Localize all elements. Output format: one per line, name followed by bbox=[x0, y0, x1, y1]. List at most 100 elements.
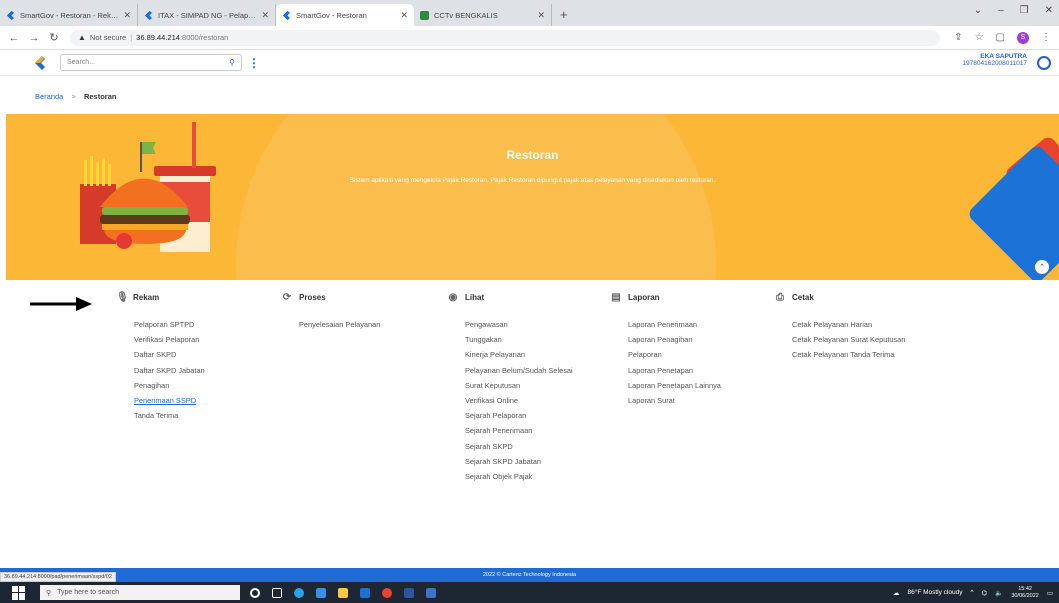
menu-item[interactable]: Pengawasan bbox=[448, 317, 573, 332]
file-explorer-icon[interactable] bbox=[338, 587, 348, 598]
url-separator: | bbox=[130, 33, 133, 42]
tab-title: SmartGov - Restoran - Rekam - P bbox=[20, 10, 120, 20]
user-name: EKA SAPUTRA bbox=[980, 53, 1027, 60]
menu-item[interactable]: Sejarah SKPD Jabatan bbox=[448, 454, 573, 469]
menu-item[interactable]: Laporan Penetapan Lainnya bbox=[611, 378, 721, 393]
photos-icon[interactable] bbox=[426, 587, 436, 598]
menu-item[interactable]: Verifikasi Pelaporan bbox=[116, 332, 205, 347]
restore-icon[interactable]: ❐ bbox=[1020, 5, 1029, 16]
menu-item[interactable]: Pelaporan SPTPD bbox=[116, 317, 205, 332]
browser-menu-icon[interactable]: ⋮ bbox=[1041, 32, 1051, 43]
user-info[interactable]: EKA SAPUTRA 197804162008011017 bbox=[962, 53, 1027, 67]
tab-title: ITAX - SIMPAD NG - Pelaporan - bbox=[158, 10, 258, 20]
menu-item[interactable]: Penagihan bbox=[116, 378, 205, 393]
menu-item[interactable]: Laporan Penetapan bbox=[611, 363, 721, 378]
menu-item-active[interactable]: Penerimaan SSPD bbox=[116, 393, 205, 408]
banner-title: Restoran bbox=[506, 148, 559, 162]
refresh-icon: ⟳ bbox=[282, 291, 292, 303]
taskbar-clock[interactable]: 15:42 30/06/2022 bbox=[1011, 586, 1039, 600]
menu-item[interactable]: Daftar SKPD Jabatan bbox=[116, 363, 205, 378]
url-input[interactable]: ▲ Not secure | 36.89.44.214 :8000/restor… bbox=[70, 29, 940, 46]
word-icon[interactable] bbox=[404, 587, 414, 598]
tab-search-icon[interactable]: ⌄ bbox=[974, 5, 982, 16]
menu-item[interactable]: Kinerja Pelayanan bbox=[448, 347, 573, 362]
menu-item[interactable]: Cetak Pelayanan Surat Keputusan bbox=[775, 332, 905, 347]
back-icon[interactable]: ← bbox=[8, 32, 20, 44]
app-favicon-icon bbox=[6, 10, 15, 20]
menu-item[interactable]: Sejarah SKPD bbox=[448, 439, 573, 454]
system-tray: ☁ 86°F Mostly cloudy ^ ⌬ 🔈 15:42 30/06/2… bbox=[893, 586, 1053, 600]
not-secure-label: Not secure bbox=[89, 33, 127, 42]
close-tab-icon[interactable]: ✕ bbox=[537, 10, 545, 21]
share-icon[interactable]: ⇪ bbox=[954, 32, 962, 43]
new-tab-button[interactable]: + bbox=[552, 7, 576, 26]
menu-item[interactable]: Surat Keputusan bbox=[448, 378, 573, 393]
menu-item[interactable]: Daftar SKPD bbox=[116, 347, 205, 362]
bookmark-star-icon[interactable]: ☆ bbox=[975, 32, 984, 43]
warning-icon: ▲ bbox=[78, 33, 86, 42]
weather-text[interactable]: 86°F Mostly cloudy bbox=[907, 589, 962, 596]
app-menu-icon[interactable]: ⋮ bbox=[248, 57, 260, 69]
browser-tab[interactable]: ITAX - SIMPAD NG - Pelaporan - ✕ bbox=[138, 4, 276, 26]
link-status-bar: 36.89.44.214:8000/pad/penerimaan/sspd/02 bbox=[0, 572, 116, 582]
menu-item[interactable]: Pelayanan Belum/Sudah Selesai bbox=[448, 363, 573, 378]
menu-item[interactable]: Cetak Pelayanan Tanda Terima bbox=[775, 347, 905, 362]
search-icon: ⚲ bbox=[46, 589, 52, 597]
tab-title: CCTv BENGKALIS bbox=[434, 10, 498, 20]
profile-avatar[interactable]: S bbox=[1017, 31, 1029, 44]
windows-taskbar: ⚲ Type here to search ☁ 86°F Mostly clou… bbox=[0, 582, 1059, 603]
browser-tab[interactable]: SmartGov - Restoran - Rekam - P ✕ bbox=[0, 4, 138, 26]
browser-tab-active[interactable]: SmartGov - Restoran ✕ bbox=[276, 4, 414, 26]
menu-item[interactable]: Laporan Surat bbox=[611, 393, 721, 408]
close-tab-icon[interactable]: ✕ bbox=[123, 10, 131, 21]
smartgov-logo-icon[interactable] bbox=[34, 55, 46, 70]
menu-heading-label: Proses bbox=[299, 292, 326, 302]
browser-tab-bar: SmartGov - Restoran - Rekam - P ✕ ITAX -… bbox=[0, 0, 1059, 26]
network-icon[interactable]: ⌬ bbox=[982, 589, 988, 597]
breadcrumb-current: Restoran bbox=[83, 92, 117, 101]
menu-item[interactable]: Pelaporan bbox=[611, 347, 721, 362]
menu-item[interactable]: Penyelesaian Pelayanan bbox=[282, 317, 380, 332]
menu-list: Laporan Penerimaan Laporan Penagihan Pel… bbox=[611, 317, 721, 408]
menu-heading-label: Lihat bbox=[465, 292, 485, 302]
menu-list: Pengawasan Tunggakan Kinerja Pelayanan P… bbox=[448, 317, 573, 484]
close-window-icon[interactable]: ✕ bbox=[1045, 5, 1053, 16]
tab-title: SmartGov - Restoran bbox=[296, 10, 367, 20]
search-input[interactable]: Search... ⚲ bbox=[60, 54, 242, 71]
task-view-icon[interactable] bbox=[272, 587, 282, 598]
menu-item[interactable]: Cetak Pelayanan Harian bbox=[775, 317, 905, 332]
close-tab-icon[interactable]: ✕ bbox=[261, 10, 269, 21]
menu-item[interactable]: Tanda Terima bbox=[116, 408, 205, 423]
sidebar-icon[interactable]: ▢ bbox=[996, 32, 1005, 43]
menu-item[interactable]: Laporan Penerimaan bbox=[611, 317, 721, 332]
store-icon[interactable] bbox=[316, 587, 326, 598]
menu-item[interactable]: Tunggakan bbox=[448, 332, 573, 347]
user-account-icon[interactable] bbox=[1037, 56, 1051, 70]
minimize-icon[interactable]: – bbox=[998, 5, 1004, 16]
menu-item[interactable]: Sejarah Pelaporan bbox=[448, 408, 573, 423]
menu-heading: ⎙ Cetak bbox=[775, 286, 905, 308]
browser-tab[interactable]: CCTv BENGKALIS ✕ bbox=[414, 4, 552, 26]
breadcrumb-home-link[interactable]: Beranda bbox=[35, 92, 63, 101]
notification-icon[interactable]: ▭ bbox=[1047, 589, 1053, 597]
menu-item[interactable]: Sejarah Objek Pajak bbox=[448, 469, 573, 484]
forward-icon[interactable]: → bbox=[28, 32, 40, 44]
cortana-icon[interactable] bbox=[250, 587, 260, 598]
volume-icon[interactable]: 🔈 bbox=[995, 589, 1003, 597]
taskbar-search-input[interactable]: ⚲ Type here to search bbox=[40, 585, 240, 600]
chrome-icon[interactable] bbox=[382, 587, 392, 598]
edge-icon[interactable] bbox=[294, 587, 304, 598]
mail-icon[interactable] bbox=[360, 587, 370, 598]
menu-item[interactable]: Verifikasi Online bbox=[448, 393, 573, 408]
tray-chevron-icon[interactable]: ^ bbox=[970, 589, 973, 596]
scroll-up-icon[interactable]: ⌃ bbox=[1035, 260, 1049, 274]
search-icon[interactable]: ⚲ bbox=[229, 58, 235, 67]
search-placeholder: Search... bbox=[67, 59, 96, 66]
close-tab-icon[interactable]: ✕ bbox=[400, 10, 408, 21]
menu-item[interactable]: Sejarah Penerimaan bbox=[448, 423, 573, 438]
reload-icon[interactable]: ↻ bbox=[48, 31, 60, 44]
burger-illustration bbox=[80, 122, 216, 252]
menu-column-proses: ⟳ Proses Penyelesaian Pelayanan bbox=[282, 286, 381, 332]
windows-start-icon[interactable] bbox=[12, 585, 26, 600]
menu-item[interactable]: Laporan Penagihan bbox=[611, 332, 721, 347]
